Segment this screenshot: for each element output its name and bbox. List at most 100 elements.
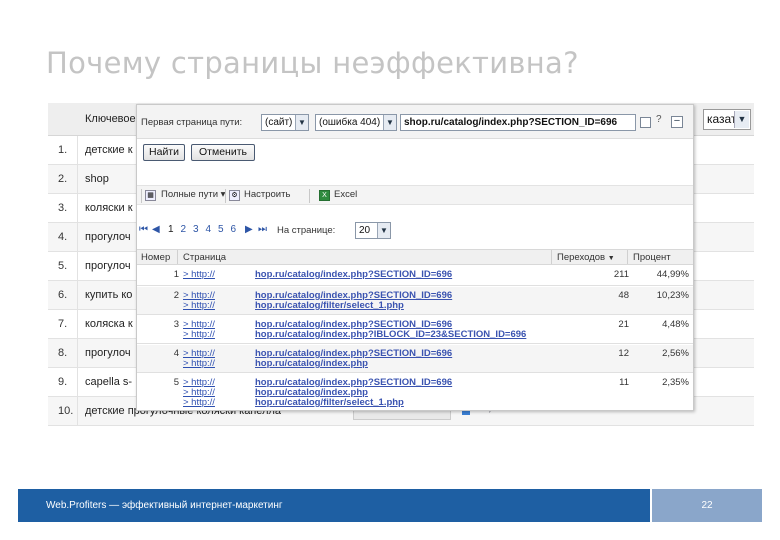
- page-link[interactable]: 6: [231, 224, 237, 235]
- full-paths-menu[interactable]: Полные пути ▾: [161, 189, 225, 200]
- path-row-number: 3: [173, 319, 179, 330]
- keyword-row-number: 1.: [48, 136, 78, 165]
- per-page-value: 20: [359, 225, 371, 236]
- grid-icon: ▦: [145, 190, 156, 201]
- site-select-value: (сайт): [265, 117, 293, 128]
- path-report-dialog: Первая страница пути: (сайт) ▼ (ошибка 4…: [136, 104, 694, 411]
- external-link[interactable]: > http://: [183, 397, 215, 408]
- chevron-down-icon: ▼: [734, 111, 749, 128]
- keyword-text[interactable]: прогулоч: [85, 252, 131, 281]
- column-divider: [627, 250, 628, 264]
- error-select[interactable]: (ошибка 404) ▼: [315, 114, 397, 131]
- percent-value: 10,23%: [656, 290, 689, 301]
- keyword-text[interactable]: shop: [85, 165, 109, 194]
- per-page-label: На странице:: [277, 225, 336, 236]
- keyword-text[interactable]: capella s-: [85, 368, 132, 397]
- keyword-text[interactable]: коляска к: [85, 310, 133, 339]
- toolbar-divider: [141, 189, 142, 203]
- per-page-select[interactable]: 20 ▼: [355, 222, 391, 239]
- page-path-link[interactable]: hop.ru/catalog/filter/select_1.php: [255, 300, 404, 311]
- prev-page-icon[interactable]: ◀: [152, 224, 160, 235]
- transitions-value: 48: [618, 290, 629, 301]
- indicator-select[interactable]: казате ▼: [703, 109, 751, 130]
- path-row: 4 > http://> http://hop.ru/catalog/index.…: [137, 345, 693, 373]
- col-percent[interactable]: Процент: [633, 252, 671, 263]
- path-row-number: 5: [173, 377, 179, 388]
- page-link[interactable]: 2: [181, 224, 187, 235]
- chevron-down-icon: ▼: [383, 115, 396, 130]
- keyword-text[interactable]: детские к: [85, 136, 133, 165]
- remove-filter-icon[interactable]: −: [671, 116, 683, 128]
- page-link[interactable]: 5: [218, 224, 224, 235]
- paths-table-header: Номер Страница Переходов ▼ Процент: [137, 249, 693, 265]
- footer-text: Web.Profiters — эффективный интернет-мар…: [46, 500, 283, 511]
- chevron-down-icon: ▼: [295, 115, 308, 130]
- keyword-row-number: 10.: [48, 397, 78, 426]
- next-page-icon[interactable]: ▶: [245, 224, 253, 235]
- external-link[interactable]: > http://: [183, 269, 215, 280]
- page-path-link[interactable]: hop.ru/catalog/filter/select_1.php: [255, 397, 404, 408]
- help-icon[interactable]: ?: [656, 114, 662, 125]
- external-link[interactable]: > http://: [183, 358, 215, 369]
- url-checkbox[interactable]: [640, 117, 651, 128]
- page-link[interactable]: 3: [193, 224, 199, 235]
- keyword-text[interactable]: купить ко: [85, 281, 132, 310]
- transitions-value: 21: [618, 319, 629, 330]
- slide-footer: Web.Profiters — эффективный интернет-мар…: [18, 489, 762, 522]
- keyword-text[interactable]: прогулоч: [85, 223, 131, 252]
- percent-value: 2,56%: [662, 348, 689, 359]
- page-link[interactable]: 4: [206, 224, 212, 235]
- chevron-down-icon: ▼: [377, 223, 390, 238]
- col-page[interactable]: Страница: [183, 252, 226, 263]
- toolbar-divider: [225, 189, 226, 203]
- pager: ⏮ ◀ 123456 ▶ ⏭ На странице: 20 ▼: [137, 220, 693, 240]
- toolbar-divider: [309, 189, 310, 203]
- keyword-row-number: 2.: [48, 165, 78, 194]
- error-select-value: (ошибка 404): [319, 117, 381, 128]
- keyword-row-number: 7.: [48, 310, 78, 339]
- path-row: 3 > http://> http://hop.ru/catalog/index.…: [137, 316, 693, 344]
- full-paths-label: Полные пути: [161, 189, 218, 200]
- page-path-link[interactable]: hop.ru/catalog/index.php?SECTION_ID=696: [255, 269, 452, 280]
- find-button[interactable]: Найти: [143, 144, 185, 161]
- path-row-number: 4: [173, 348, 179, 359]
- path-row: 1 > http:// hop.ru/catalog/index.php?SECTI…: [137, 266, 693, 286]
- keyword-row-number: 5.: [48, 252, 78, 281]
- url-select[interactable]: shop.ru/catalog/index.php?SECTION_ID=696: [400, 114, 636, 131]
- report-toolbar: ▦ Полные пути ▾ ⚙ Настроить X Excel: [137, 185, 693, 205]
- path-filter-bar: Первая страница пути: (сайт) ▼ (ошибка 4…: [137, 105, 693, 139]
- site-select[interactable]: (сайт) ▼: [261, 114, 309, 131]
- keyword-row-number: 9.: [48, 368, 78, 397]
- page-path-link[interactable]: hop.ru/catalog/index.php?IBLOCK_ID=23&SE…: [255, 329, 526, 340]
- transitions-value: 11: [619, 377, 629, 388]
- cancel-button[interactable]: Отменить: [191, 144, 255, 161]
- first-page-label: Первая страница пути:: [141, 117, 243, 128]
- excel-export-button[interactable]: Excel: [334, 189, 357, 200]
- col-transitions[interactable]: Переходов ▼: [557, 252, 615, 263]
- keyword-row-number: 3.: [48, 194, 78, 223]
- footer-banner: Web.Profiters — эффективный интернет-мар…: [18, 489, 650, 522]
- external-link[interactable]: > http://: [183, 300, 215, 311]
- page-number: 22: [701, 500, 713, 511]
- column-divider: [551, 250, 552, 264]
- first-page-icon[interactable]: ⏮: [139, 224, 148, 235]
- keyword-row-number: 8.: [48, 339, 78, 368]
- page-link[interactable]: 1: [168, 224, 174, 235]
- external-link[interactable]: > http://: [183, 329, 215, 340]
- last-page-icon[interactable]: ⏭: [258, 224, 267, 235]
- col-transitions-label: Переходов: [557, 252, 606, 263]
- configure-button[interactable]: Настроить: [244, 189, 290, 200]
- transitions-value: 211: [613, 269, 629, 280]
- percent-value: 4,48%: [662, 319, 689, 330]
- keyword-row-number: 6.: [48, 281, 78, 310]
- path-row-number: 2: [173, 290, 179, 301]
- sort-desc-icon: ▼: [607, 255, 615, 262]
- footer-page-box: 22: [652, 489, 762, 522]
- page-path-link[interactable]: hop.ru/catalog/index.php: [255, 358, 368, 369]
- path-row: 2 > http://> http://hop.ru/catalog/index.…: [137, 287, 693, 315]
- page-title: Почему страницы неэффективна?: [46, 46, 579, 80]
- col-number[interactable]: Номер: [141, 252, 170, 263]
- keyword-text[interactable]: коляски к: [85, 194, 133, 223]
- keyword-text[interactable]: прогулоч: [85, 339, 131, 368]
- keyword-column-header: Ключевое: [85, 113, 136, 125]
